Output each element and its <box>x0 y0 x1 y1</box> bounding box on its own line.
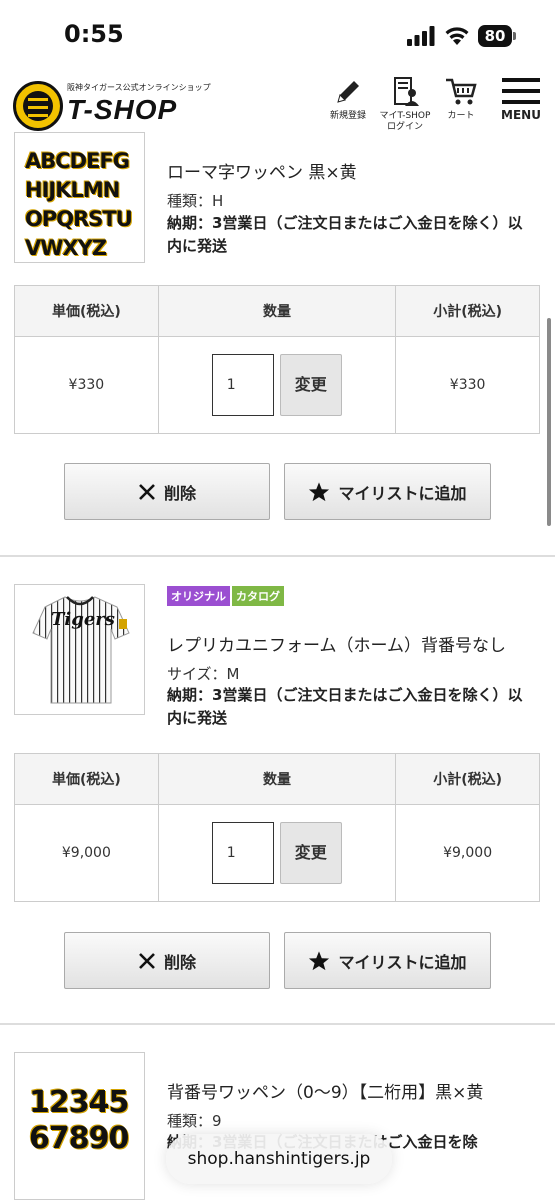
patch-letters-row: OPQRSTU <box>25 207 133 231</box>
star-icon <box>309 950 330 970</box>
unit-price: ¥330 <box>14 336 159 434</box>
patch-numbers-row: 67890 <box>29 1121 129 1156</box>
cellular-signal-icon <box>407 26 435 46</box>
quantity-cell: 1 変更 <box>157 804 397 902</box>
add-to-mylist-button[interactable]: マイリストに追加 <box>284 932 491 989</box>
delete-label: 削除 <box>163 952 196 972</box>
cart-label: カート <box>447 111 475 121</box>
pencil-icon <box>337 81 359 103</box>
product-attribute: サイズ：M <box>167 665 240 683</box>
delete-button[interactable]: 削除 <box>64 932 270 989</box>
delete-button[interactable]: 削除 <box>64 463 270 520</box>
quantity-header: 数量 <box>157 753 397 805</box>
tag-catalog: カタログ <box>232 586 284 606</box>
quantity-input[interactable]: 1 <box>211 354 274 416</box>
cart-button[interactable]: カート <box>440 76 482 122</box>
item-divider <box>0 555 555 557</box>
quantity-cell: 1 変更 <box>157 336 397 434</box>
status-time: 0:55 <box>64 20 124 48</box>
jersey-tigers-text: Tigers <box>51 609 115 630</box>
add-to-mylist-button[interactable]: マイリストに追加 <box>284 463 491 520</box>
star-icon <box>309 481 330 501</box>
menu-label: MENU <box>501 108 541 122</box>
price-table: 単価(税込) 数量 小計(税込) ¥9,000 1 変更 ¥9,000 <box>14 753 540 902</box>
item-divider <box>0 1023 555 1025</box>
product-name[interactable]: ローマ字ワッペン 黒×黄 <box>167 158 357 183</box>
subtotal: ¥330 <box>395 336 540 434</box>
tigers-logo-icon[interactable] <box>13 81 63 131</box>
delivery-note: 納期：3営業日（ご注文日またはご入金日を除く）以内に発送 <box>167 214 523 255</box>
login-label: ログイン <box>386 122 423 132</box>
member-card-icon <box>394 77 419 106</box>
quantity-input[interactable]: 1 <box>211 822 274 884</box>
add-to-mylist-label: マイリストに追加 <box>338 483 467 503</box>
jersey-image <box>32 596 130 704</box>
quantity-header: 数量 <box>157 285 397 337</box>
my-tshop-label: マイT-SHOP <box>379 111 431 121</box>
tag-original: オリジナル <box>167 586 230 606</box>
delete-label: 削除 <box>163 483 196 503</box>
unit-price-header: 単価(税込) <box>14 285 159 337</box>
unit-price: ¥9,000 <box>14 804 159 902</box>
scrollbar[interactable] <box>547 318 551 526</box>
patch-letters-row: HIJKLMN <box>25 178 120 202</box>
patch-numbers-row: 12345 <box>29 1085 129 1120</box>
product-tags: オリジナル カタログ <box>167 585 286 606</box>
patch-letters-row: ABCDEFG <box>25 149 130 173</box>
product-attribute: 種類：H <box>167 192 224 210</box>
logo-text[interactable]: T-SHOP <box>67 94 177 126</box>
patch-letters-row: VWXYZ <box>25 236 107 260</box>
product-attribute: 種類：9 <box>167 1112 222 1130</box>
register-label: 新規登録 <box>329 111 366 121</box>
site-header: 阪神タイガース公式オンラインショップ T-SHOP 新規登録 マイT-SHOP … <box>0 70 555 140</box>
cart-icon <box>446 78 477 105</box>
close-icon <box>139 952 155 969</box>
my-tshop-login-button[interactable]: マイT-SHOP ログイン <box>375 76 435 133</box>
battery-level: 80 <box>478 25 512 47</box>
register-button[interactable]: 新規登録 <box>326 76 370 122</box>
subtotal-header: 小計(税込) <box>395 753 540 805</box>
url-bar[interactable]: shop.hanshintigers.jp <box>166 1134 392 1184</box>
change-quantity-button[interactable]: 変更 <box>279 354 342 416</box>
logo-subtitle: 阪神タイガース公式オンラインショップ <box>67 83 211 92</box>
menu-button[interactable]: MENU <box>500 76 542 121</box>
product-thumbnail[interactable]: ABCDEFG HIJKLMN OPQRSTU VWXYZ <box>14 132 145 263</box>
price-table: 単価(税込) 数量 小計(税込) ¥330 1 変更 ¥330 <box>14 285 540 434</box>
add-to-mylist-label: マイリストに追加 <box>338 952 467 972</box>
product-name[interactable]: レプリカユニフォーム（ホーム）背番号なし <box>167 631 506 656</box>
hamburger-menu-icon <box>502 78 540 104</box>
product-name[interactable]: 背番号ワッペン（0〜9）【二桁用】黒×黄 <box>167 1078 483 1103</box>
delivery-note: 納期：3営業日（ご注文日またはご入金日を除く）以内に発送 <box>167 686 523 727</box>
wifi-icon <box>445 27 469 45</box>
product-thumbnail[interactable]: Tigers <box>14 584 145 715</box>
status-bar: 0:55 80 <box>0 0 555 70</box>
close-icon <box>139 483 155 500</box>
battery-tip-icon <box>513 32 516 40</box>
subtotal: ¥9,000 <box>395 804 540 902</box>
change-quantity-button[interactable]: 変更 <box>279 822 342 884</box>
product-thumbnail[interactable]: 12345 67890 <box>14 1052 145 1200</box>
unit-price-header: 単価(税込) <box>14 753 159 805</box>
subtotal-header: 小計(税込) <box>395 285 540 337</box>
